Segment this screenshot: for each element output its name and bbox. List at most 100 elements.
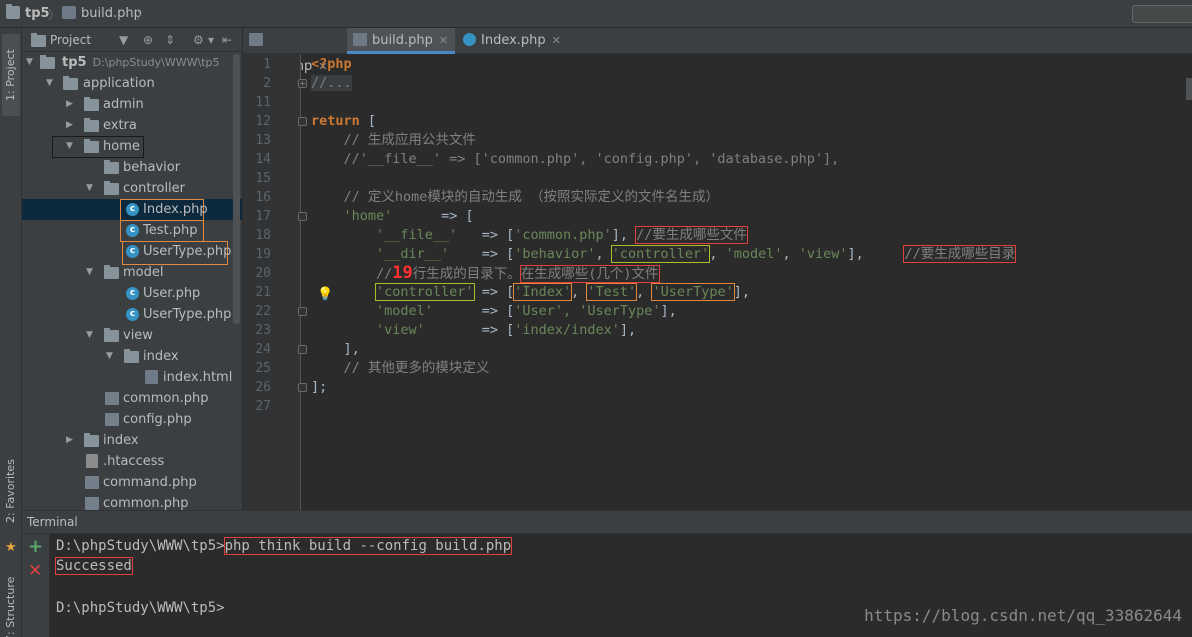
fold-collapse-icon[interactable] (298, 117, 307, 126)
chevron-down-icon[interactable]: ▼ (86, 262, 93, 283)
string-literal: 'controller' (610, 245, 711, 263)
tree-item-tp5[interactable]: ▼ tp5 D:\phpStudy\WWW\tp5 (22, 52, 242, 73)
tree-item-common-php[interactable]: common.php (22, 493, 242, 510)
tree-item-controller[interactable]: ▼ controller (22, 178, 242, 199)
line-number: 12 (255, 114, 271, 129)
tree-item-index-folder[interactable]: ▼ index (22, 346, 242, 367)
tab-build-php[interactable]: build.php ✕ (347, 28, 455, 54)
class-icon: c (126, 308, 139, 321)
tree-item-config-php[interactable]: config.php (22, 409, 242, 430)
locate-target-icon[interactable]: ⊕ (143, 33, 153, 47)
tree-item-user-php[interactable]: c User.php (22, 283, 242, 304)
tree-item-index[interactable]: ▶ index (22, 430, 242, 451)
project-panel-title[interactable]: Project (50, 33, 91, 47)
close-icon[interactable]: ✕ (552, 34, 561, 47)
collapse-all-icon[interactable]: ⇕ (165, 33, 175, 47)
new-session-plus-icon[interactable]: + (28, 536, 43, 557)
tree-item-admin[interactable]: ▶ admin (22, 94, 242, 115)
line-number: 19 (255, 247, 271, 262)
tab-index-php[interactable]: Index.php ✕ (457, 28, 561, 54)
tab-label: build.php (372, 33, 433, 48)
structure-tool-tab[interactable]: 7: Structure (2, 568, 20, 637)
hide-panel-icon[interactable]: ⇤ (222, 33, 232, 47)
tree-item-label: extra (103, 118, 137, 133)
code-comment: 行生成的目录下。 (412, 266, 521, 282)
tree-item-extra[interactable]: ▶ extra (22, 115, 242, 136)
code-comment: // 定义home模块的自动生成 （按照实际定义的文件名生成） (311, 189, 720, 205)
fold-collapse-icon[interactable] (298, 212, 307, 221)
code-area[interactable]: <?php //... return [ // 生成应用公共文件 //'__fi… (311, 54, 1181, 510)
line-number: 2 (263, 76, 271, 91)
chevron-down-icon[interactable]: ▼ (119, 33, 128, 47)
chevron-down-icon[interactable]: ▼ (46, 73, 53, 94)
chevron-down-icon[interactable]: ▼ (86, 325, 93, 346)
line-number: 15 (255, 171, 271, 186)
project-tool-tab[interactable]: 1: Project (2, 34, 20, 116)
tree-item-command-php[interactable]: command.php (22, 472, 242, 493)
close-session-icon[interactable]: ✕ (28, 561, 42, 581)
chevron-right-icon[interactable]: ▶ (66, 115, 73, 136)
editor-tab-bar: route.php✕ build.php ✕ Index.php ✕ (243, 28, 1192, 74)
tree-item-usertype-php[interactable]: c UserType.php (22, 304, 242, 325)
tree-scrollbar[interactable] (233, 54, 240, 324)
chevron-right-icon[interactable]: ▶ (66, 430, 73, 451)
chevron-right-icon[interactable]: ▶ (66, 94, 73, 115)
breadcrumb-project-label: tp5 (25, 6, 50, 21)
fold-expand-icon[interactable]: + (298, 79, 307, 88)
tree-item-usertype-php[interactable]: c UserType.php (22, 241, 242, 265)
code-line: '__file__' => ['common.php'], //要生成哪些文件 (311, 226, 748, 245)
fold-collapse-icon[interactable] (298, 345, 307, 354)
tree-item-home[interactable]: ▼ home (22, 136, 242, 158)
chevron-down-icon[interactable]: ▼ (86, 178, 93, 199)
folder-icon (40, 55, 55, 69)
tree-item-view[interactable]: ▼ view (22, 325, 242, 346)
terminal-result: Successed (55, 557, 133, 575)
left-tool-window-strip: 1: Project 2: Favorites ★ 7: Structure (0, 28, 22, 637)
breadcrumb-separator: 〉 (136, 8, 149, 22)
tree-item-index-php[interactable]: c Index.php (22, 199, 242, 221)
tree-item-test-php[interactable]: c Test.php (22, 220, 242, 242)
tree-item-application[interactable]: ▼ application (22, 73, 242, 94)
tab-label: Index.php (481, 33, 546, 48)
dropdown-icon[interactable]: ▾ (208, 33, 214, 47)
class-icon: c (126, 287, 139, 300)
terminal-output[interactable]: D:\phpStudy\WWW\tp5>php think build --co… (50, 534, 1192, 637)
tree-item-htaccess[interactable]: .htaccess (22, 451, 242, 472)
gear-icon[interactable]: ⚙ (193, 33, 204, 47)
tree-item-label: User.php (143, 286, 201, 301)
tree-item-model[interactable]: ▼ model (22, 262, 242, 283)
tree-item-label: common.php (103, 496, 189, 510)
watermark: https://blog.csdn.net/qq_33862644 (864, 606, 1182, 625)
breadcrumb-file[interactable]: build.php (62, 6, 142, 21)
breadcrumb-project[interactable]: tp5 (6, 4, 50, 21)
folded-comment[interactable]: //... (311, 75, 352, 91)
tree-item-label: index (103, 433, 139, 448)
code-text: [ (359, 113, 377, 129)
tree-item-label: Test.php (143, 223, 198, 238)
php-file-icon (85, 497, 99, 510)
tree-item-label: UserType.php (143, 307, 232, 322)
close-icon[interactable]: ✕ (439, 34, 448, 47)
tab-route-php[interactable]: route.php✕ (243, 28, 345, 74)
php-file-icon (85, 476, 99, 489)
annotated-comment: //要生成哪些目录 (903, 245, 1017, 263)
chevron-down-icon[interactable]: ▼ (106, 346, 113, 367)
editor-scrollbar[interactable] (1186, 78, 1192, 100)
tree-item-label: model (123, 265, 164, 280)
terminal-title: Terminal (27, 515, 78, 529)
tree-item-behavior[interactable]: behavior (22, 157, 242, 178)
line-number: 26 (255, 380, 271, 395)
chevron-down-icon[interactable]: ▼ (26, 52, 33, 73)
favorites-tool-tab[interactable]: 2: Favorites (2, 446, 20, 536)
tree-item-index-html[interactable]: index.html (22, 367, 242, 388)
chevron-down-icon[interactable]: ▼ (66, 136, 73, 157)
code-text: ], (660, 303, 677, 319)
php-file-icon (249, 33, 263, 46)
tree-item-common-php[interactable]: common.php (22, 388, 242, 409)
search-everywhere-field[interactable] (1132, 5, 1192, 23)
fold-collapse-icon[interactable] (298, 383, 307, 392)
string-literal: 'index/index' (514, 322, 620, 338)
breadcrumb-file-label: build.php (81, 6, 142, 21)
line-number: 20 (255, 266, 271, 281)
fold-collapse-icon[interactable] (298, 307, 307, 316)
